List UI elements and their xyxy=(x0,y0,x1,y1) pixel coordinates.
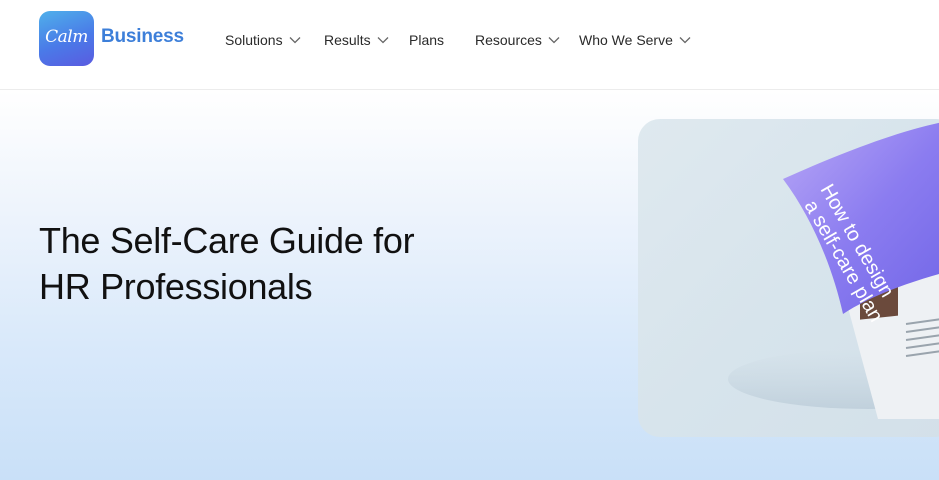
nav-item-who-we-serve[interactable]: Who We Serve xyxy=(579,30,691,50)
calm-logo-icon[interactable]: Calm xyxy=(39,11,94,66)
chevron-down-icon xyxy=(679,37,691,44)
site-header: Calm Business Solutions Results Plans Re… xyxy=(0,0,939,90)
hero-title-line1: The Self-Care Guide for xyxy=(39,220,415,261)
chevron-down-icon xyxy=(289,37,301,44)
nav-item-resources[interactable]: Resources xyxy=(475,30,560,50)
logo-mark-text: Calm xyxy=(45,26,88,47)
hero-title-line2: HR Professionals xyxy=(39,266,313,307)
nav-item-label: Plans xyxy=(409,32,445,48)
nav-item-label: Solutions xyxy=(225,32,283,48)
nav-item-label: Who We Serve xyxy=(579,32,673,48)
nav-item-results[interactable]: Results xyxy=(324,30,389,50)
brand-name[interactable]: Business xyxy=(101,26,184,48)
nav-item-solutions[interactable]: Solutions xyxy=(225,30,301,50)
nav-item-plans[interactable]: Plans xyxy=(409,30,444,50)
nav-item-label: Results xyxy=(324,32,371,48)
chevron-down-icon xyxy=(377,37,389,44)
chevron-down-icon xyxy=(548,37,560,44)
booklet-illustration: How to design a self-care plan xyxy=(728,122,939,419)
nav-item-label: Resources xyxy=(475,32,542,48)
guide-booklet-image: How to design a self-care plan xyxy=(638,119,939,437)
hero-title: The Self-Care Guide for HR Professionals xyxy=(39,218,499,310)
